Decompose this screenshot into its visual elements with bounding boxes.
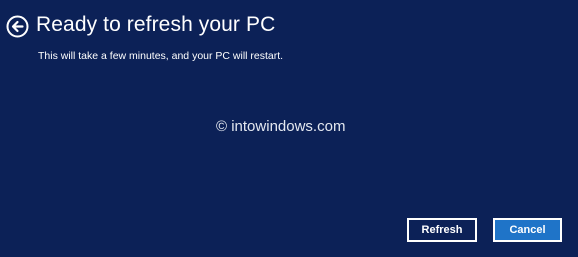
cancel-button[interactable]: Cancel	[493, 218, 562, 242]
back-arrow-circle-icon	[6, 15, 29, 38]
subtitle-text: This will take a few minutes, and your P…	[38, 50, 284, 62]
back-button[interactable]	[6, 15, 29, 38]
refresh-button[interactable]: Refresh	[407, 218, 477, 242]
page-title: Ready to refresh your PC	[36, 13, 276, 36]
watermark-text: © intowindows.com	[216, 118, 346, 135]
